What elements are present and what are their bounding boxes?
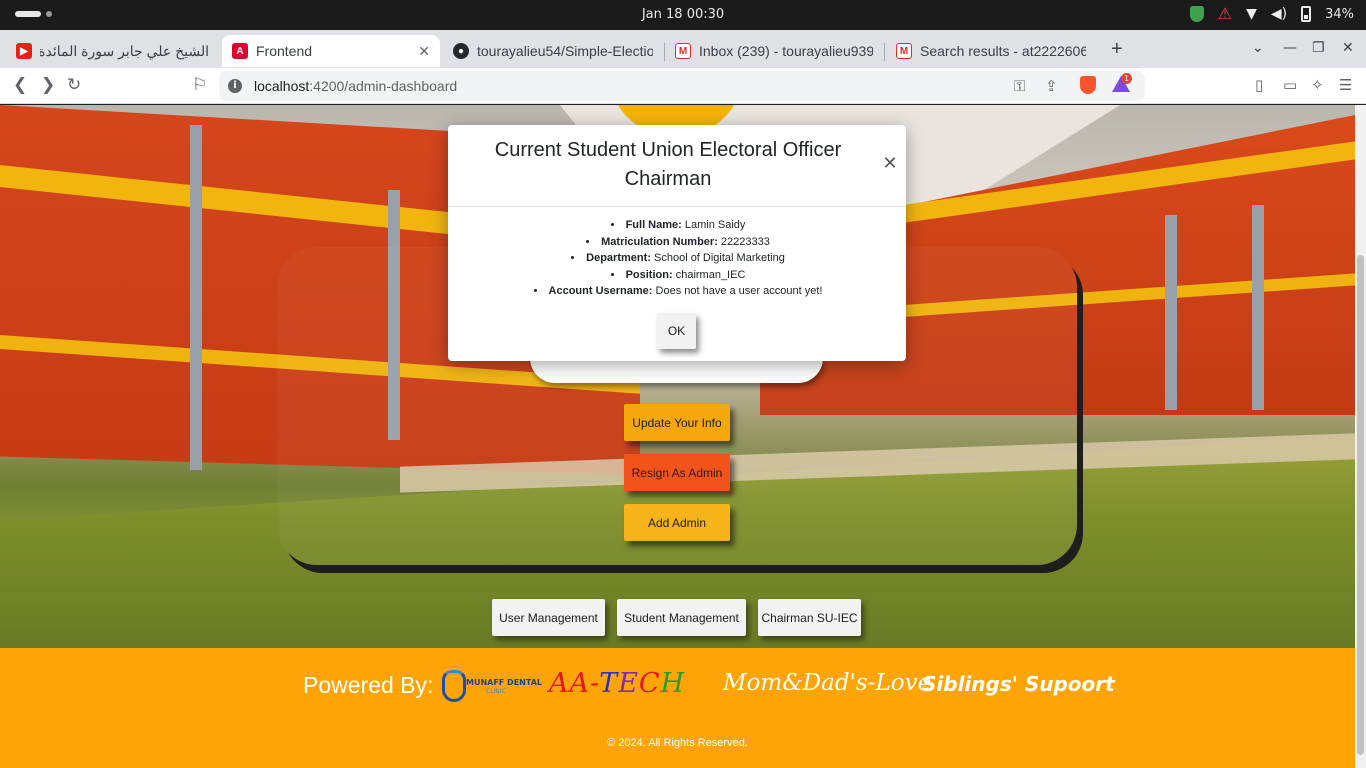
share-icon[interactable]: ⇪ <box>1045 77 1058 95</box>
site-info-icon[interactable]: i <box>228 79 242 93</box>
chairman-su-iec-button[interactable]: Chairman SU-IEC <box>758 599 861 636</box>
pillar <box>1165 215 1177 410</box>
shield-icon[interactable] <box>1189 6 1204 22</box>
github-icon: ● <box>453 43 469 59</box>
battery-percent: 34% <box>1325 6 1354 22</box>
tab-gmail-search[interactable]: M Search results - at22226063 <box>886 35 1096 67</box>
key-icon[interactable]: ⚿ <box>1014 77 1025 95</box>
user-management-button[interactable]: User Management <box>492 599 605 636</box>
maximize-icon[interactable]: ❐ <box>1312 40 1325 56</box>
bookmark-icon[interactable]: ⚐ <box>192 75 207 95</box>
tab-gmail-inbox[interactable]: M Inbox (239) - tourayalieu939 <box>665 35 883 67</box>
siblings-support-logo: Siblings' Supoort <box>922 672 1115 696</box>
munaff-logo-subtext: CLINIC <box>486 688 506 695</box>
leo-ai-icon[interactable]: ✧ <box>1311 76 1324 94</box>
minimize-icon[interactable]: — <box>1283 40 1297 56</box>
url-path: :4200/admin-dashboard <box>309 78 458 94</box>
resign-admin-button[interactable]: Resign As Admin <box>624 454 730 491</box>
add-admin-button[interactable]: Add Admin <box>624 504 730 541</box>
card-panel <box>530 358 823 383</box>
tab-title: الشيخ علي جابر سورة المائدة - e <box>40 42 209 59</box>
back-icon[interactable]: ❮ <box>13 75 27 95</box>
copyright-text: © 2024. All Rights Reserved. <box>607 737 748 749</box>
wallet-icon[interactable]: ▭ <box>1283 76 1297 94</box>
detail-label: Account Username: <box>548 285 653 298</box>
detail-position: Position: chairman_IEC <box>468 267 888 284</box>
page-scrollbar[interactable] <box>1355 105 1366 768</box>
browser-toolbar: ❮ ❯ ↻ ⚐ i localhost:4200/admin-dashboard… <box>0 68 1366 104</box>
detail-value: chairman_IEC <box>675 268 746 281</box>
youtube-icon: ▶ <box>16 43 32 59</box>
detail-full-name: Full Name: Lamin Saidy <box>468 217 888 234</box>
brave-shields-icon[interactable] <box>1080 76 1096 94</box>
powered-by-label: Powered By: <box>303 672 434 698</box>
tab-frontend[interactable]: A Frontend ✕ <box>222 35 440 67</box>
system-tray[interactable]: ⚠ ▼ ◀) 34% <box>1189 5 1354 23</box>
gmail-icon: M <box>675 43 691 59</box>
detail-label: Department: <box>586 252 651 265</box>
tooth-icon <box>442 670 466 702</box>
detail-label: Matriculation Number: <box>601 235 718 248</box>
modal-title: Current Student Union Electoral Officer … <box>494 139 842 190</box>
detail-value: School of Digital Marketing <box>654 252 785 265</box>
aa-tech-logo: AA-TECH <box>549 668 686 699</box>
update-info-button[interactable]: Update Your Info <box>624 404 730 441</box>
tab-title: Search results - at22226063 <box>920 43 1086 59</box>
tab-title: tourayalieu54/Simple-Electio <box>477 43 653 59</box>
close-icon[interactable]: ✕ <box>418 43 430 60</box>
page-footer: Powered By: MUNAFF DENTAL CLINIC AA-TECH… <box>0 648 1355 768</box>
detail-value: 22223333 <box>720 235 770 248</box>
address-bar[interactable]: i localhost:4200/admin-dashboard ⚿ ⇪ 1 <box>219 71 1145 101</box>
mom-dad-love-logo: Mom&Dad's-Love <box>723 670 932 696</box>
pillar <box>190 125 202 470</box>
detail-department: Department: School of Digital Marketing <box>468 250 888 267</box>
close-icon[interactable]: ✕ <box>882 155 898 173</box>
tab-title: Frontend <box>256 43 313 59</box>
angular-icon: A <box>232 43 248 59</box>
menu-icon[interactable]: ☰ <box>1339 76 1352 94</box>
os-top-bar: Jan 18 00:30 ⚠ ▼ ◀) 34% <box>0 0 1366 30</box>
browser-tab-strip: ▶ الشيخ علي جابر سورة المائدة - e A Fron… <box>0 30 1366 68</box>
scrollbar-thumb[interactable] <box>1357 255 1364 755</box>
modal-header: Current Student Union Electoral Officer … <box>448 125 906 207</box>
tab-youtube[interactable]: ▶ الشيخ علي جابر سورة المائدة - e <box>6 35 219 67</box>
detail-label: Position: <box>625 268 673 281</box>
url-text[interactable]: localhost:4200/admin-dashboard <box>254 78 457 94</box>
detail-value: Lamin Saidy <box>684 219 746 231</box>
os-clock[interactable]: Jan 18 00:30 <box>0 7 1366 22</box>
detail-matric-number: Matriculation Number: 22223333 <box>468 234 888 251</box>
tab-title: Inbox (239) - tourayalieu939 <box>699 43 873 59</box>
wifi-icon[interactable]: ▼ <box>1246 6 1257 22</box>
ok-button[interactable]: OK <box>657 313 696 349</box>
new-tab-button[interactable]: + <box>1111 38 1123 61</box>
window-close-icon[interactable]: ✕ <box>1342 40 1354 56</box>
gmail-icon: M <box>896 43 912 59</box>
forward-icon[interactable]: ❯ <box>41 75 55 95</box>
munaff-dental-logo: MUNAFF DENTAL CLINIC <box>442 668 542 706</box>
reload-icon[interactable]: ↻ <box>67 75 81 95</box>
url-host: localhost <box>254 78 310 94</box>
detail-account-username: Account Username: Does not have a user a… <box>468 283 888 300</box>
pillar <box>1252 205 1264 410</box>
volume-icon[interactable]: ◀) <box>1271 6 1287 22</box>
detail-value: Does not have a user account yet! <box>655 285 823 298</box>
chevron-down-icon[interactable]: ⌄ <box>1252 40 1264 56</box>
warning-icon[interactable]: ⚠ <box>1218 5 1232 23</box>
munaff-logo-text: MUNAFF DENTAL <box>466 678 542 687</box>
notification-badge: 1 <box>1121 73 1132 84</box>
detail-label: Full Name: <box>625 219 682 231</box>
battery-icon[interactable] <box>1301 6 1312 22</box>
chairman-details-list: Full Name: Lamin Saidy Matriculation Num… <box>468 217 888 300</box>
tab-separator <box>884 43 885 61</box>
sidebar-icon[interactable]: ▯ <box>1255 76 1263 94</box>
tab-github[interactable]: ● tourayalieu54/Simple-Electio <box>443 35 663 67</box>
student-management-button[interactable]: Student Management <box>617 599 746 636</box>
